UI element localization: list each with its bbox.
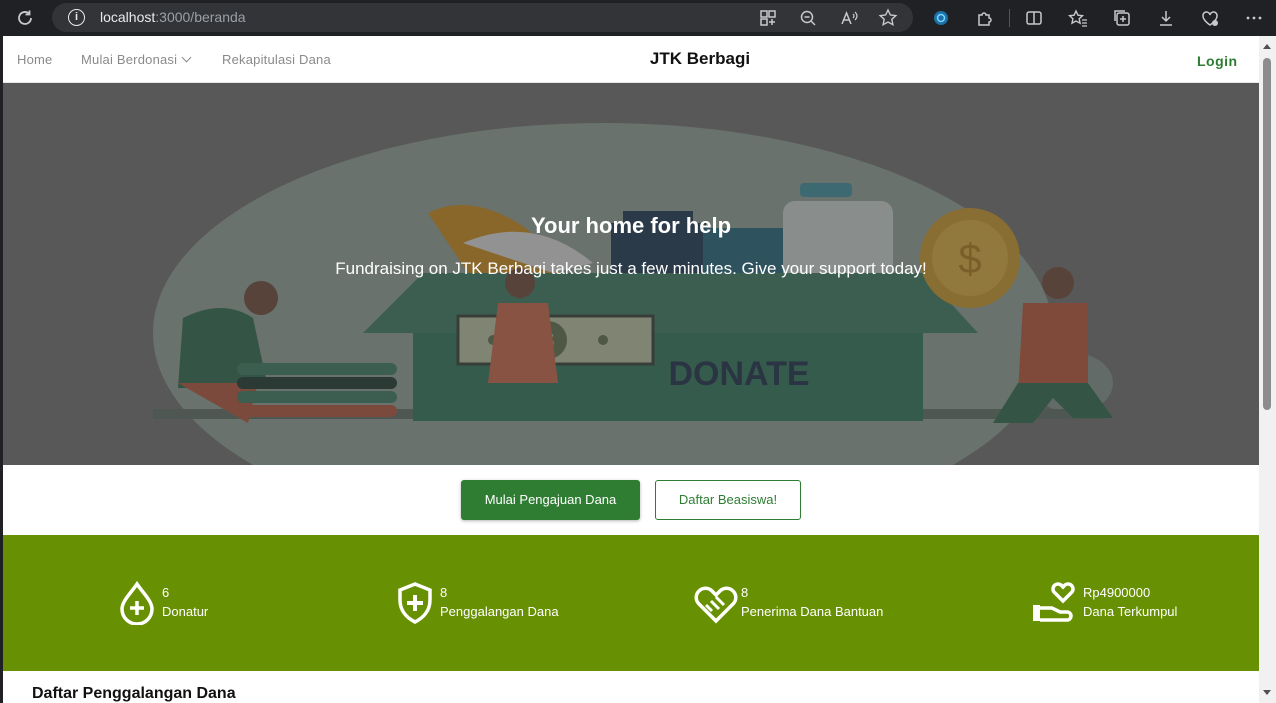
- collections-icon[interactable]: [1111, 7, 1133, 29]
- downloads-icon[interactable]: [1155, 7, 1177, 29]
- site-navbar: Home Mulai Berdonasi Rekapitulasi Dana J…: [3, 36, 1259, 83]
- stat-value: Rp4900000: [1083, 585, 1151, 600]
- site-info-icon[interactable]: i: [68, 9, 85, 26]
- scroll-thumb[interactable]: [1263, 58, 1271, 410]
- stat-value: 6: [162, 585, 170, 600]
- more-options-icon[interactable]: [1243, 7, 1265, 29]
- hero-subtitle: Fundraising on JTK Berbagi takes just a …: [335, 259, 927, 278]
- split-screen-icon[interactable]: [1023, 7, 1045, 29]
- browser-essentials-icon[interactable]: [1199, 7, 1221, 29]
- site-brand[interactable]: JTK Berbagi: [3, 49, 1259, 69]
- read-aloud-icon[interactable]: [838, 7, 860, 29]
- hero-banner: DONATE $ $ Your home: [3, 83, 1259, 465]
- blood-drop-plus-icon: [120, 581, 154, 625]
- scholarship-register-button[interactable]: Daftar Beasiswa!: [655, 480, 801, 520]
- hand-heart-icon: [1033, 582, 1075, 622]
- extension-copilot-icon[interactable]: [930, 7, 952, 29]
- url-text[interactable]: localhost:3000/beranda: [100, 9, 246, 25]
- fundraising-list-title: Daftar Penggalangan Dana: [32, 685, 236, 702]
- start-fund-request-button[interactable]: Mulai Pengajuan Dana: [461, 480, 640, 520]
- stat-label: Penerima Dana Bantuan: [741, 604, 884, 619]
- stat-label: Donatur: [162, 604, 209, 619]
- login-link[interactable]: Login: [1197, 53, 1238, 69]
- stat-label: Dana Terkumpul: [1083, 604, 1178, 619]
- stats-section: 6 Donatur 8 Penggalangan Dana 8 Penerima…: [3, 535, 1259, 671]
- scroll-down-arrow-icon[interactable]: [1263, 690, 1271, 695]
- scroll-up-arrow-icon[interactable]: [1263, 44, 1271, 49]
- address-bar[interactable]: i localhost:3000/beranda: [52, 3, 913, 32]
- shield-plus-icon: [398, 582, 432, 624]
- stat-label: Penggalangan Dana: [440, 604, 559, 619]
- stat-value: 8: [440, 585, 448, 600]
- reload-icon[interactable]: [14, 7, 36, 29]
- extensions-puzzle-icon[interactable]: [974, 7, 996, 29]
- toolbar-separator: [1009, 9, 1010, 27]
- page-scrollbar[interactable]: [1259, 36, 1276, 703]
- zoom-out-icon[interactable]: [797, 7, 819, 29]
- hero-title: Your home for help: [530, 213, 732, 238]
- favorites-icon[interactable]: [1067, 7, 1089, 29]
- stat-value: 8: [741, 585, 749, 600]
- app-available-icon[interactable]: [757, 7, 779, 29]
- page-viewport: Home Mulai Berdonasi Rekapitulasi Dana J…: [3, 36, 1259, 703]
- browser-toolbar: i localhost:3000/beranda: [0, 0, 1276, 36]
- handshake-heart-icon: [694, 586, 738, 624]
- favorite-star-icon[interactable]: [877, 7, 899, 29]
